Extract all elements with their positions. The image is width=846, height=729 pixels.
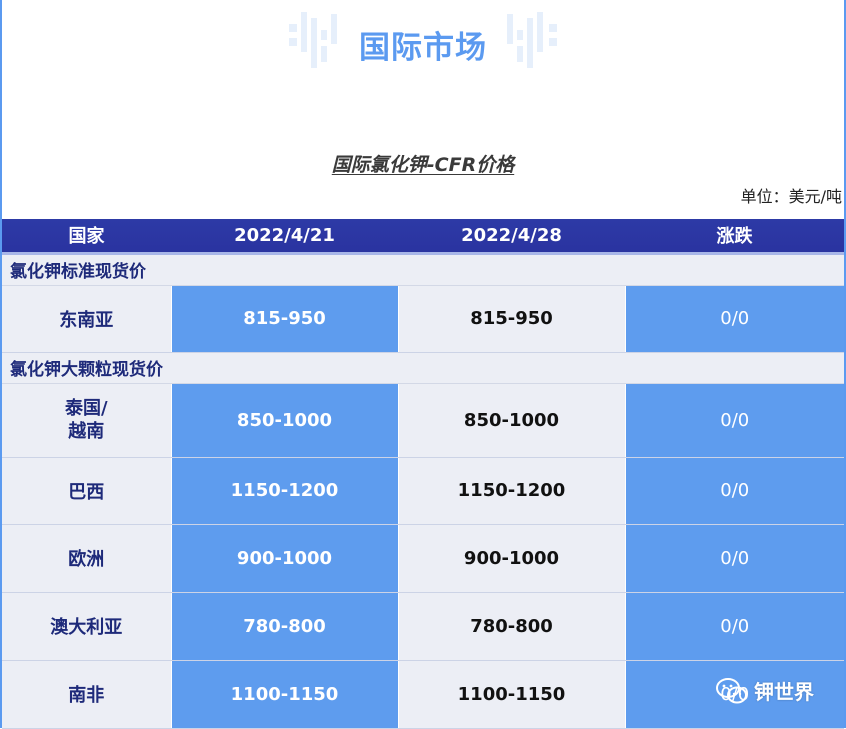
cell-price-date-1: 900-1000 [170, 524, 398, 593]
header-date-1: 2022/4/21 [171, 219, 398, 255]
cell-price-date-2: 850-1000 [397, 383, 625, 458]
cell-country: 东南亚 [2, 285, 171, 353]
cell-price-date-2: 1100-1150 [397, 660, 625, 729]
cell-change: 0/0 [624, 592, 844, 661]
watermark-text: 钾世界 [754, 680, 814, 704]
header-country: 国家 [2, 219, 171, 255]
section-label: 氯化钾标准现货价 [2, 253, 844, 286]
header-change: 涨跌 [625, 219, 844, 255]
table-row: 欧洲 900-1000 900-1000 0/0 [2, 524, 844, 593]
cell-change: 0/0 [624, 457, 844, 525]
cell-country: 澳大利亚 [2, 592, 171, 661]
section-standard: 氯化钾标准现货价 [2, 253, 844, 286]
table-header-row: 国家 2022/4/21 2022/4/28 涨跌 [2, 219, 844, 255]
cell-country: 巴西 [2, 457, 171, 525]
unit-label: 单位：美元/吨 [740, 187, 842, 206]
cell-price-date-1: 780-800 [170, 592, 398, 661]
cell-price-date-1: 815-950 [170, 285, 398, 353]
cell-price-date-1: 1100-1150 [170, 660, 398, 729]
table-row: 泰国/ 越南 850-1000 850-1000 0/0 [2, 383, 844, 458]
cell-change: 0/0 [624, 524, 844, 593]
wechat-icon [716, 677, 747, 703]
cell-price-date-1: 850-1000 [170, 383, 398, 458]
table-row: 巴西 1150-1200 1150-1200 0/0 [2, 457, 844, 525]
cell-change: 0/0 [624, 285, 844, 353]
watermark: 钾世界 [716, 676, 814, 705]
cell-price-date-2: 1150-1200 [397, 457, 625, 525]
table-row: 东南亚 815-950 815-950 0/0 [2, 285, 844, 353]
cell-change: 0/0 [624, 383, 844, 458]
price-table: 国家 2022/4/21 2022/4/28 涨跌 氯化钾标准现货价 东南亚 8… [2, 219, 844, 729]
banner-title: 国际市场 [359, 30, 487, 66]
table-title: 国际氯化钾-CFR价格 [331, 154, 515, 176]
cell-country: 南非 [2, 660, 171, 729]
table-row: 澳大利亚 780-800 780-800 0/0 [2, 592, 844, 661]
section-label: 氯化钾大颗粒现货价 [2, 352, 844, 384]
header-date-2: 2022/4/28 [398, 219, 625, 255]
cell-price-date-1: 1150-1200 [170, 457, 398, 525]
cell-country: 泰国/ 越南 [2, 383, 171, 458]
banner: 国际市场 [0, 0, 846, 90]
section-granular: 氯化钾大颗粒现货价 [2, 352, 844, 384]
cell-price-date-2: 815-950 [397, 285, 625, 353]
cell-price-date-2: 900-1000 [397, 524, 625, 593]
cell-price-date-2: 780-800 [397, 592, 625, 661]
cell-country: 欧洲 [2, 524, 171, 593]
